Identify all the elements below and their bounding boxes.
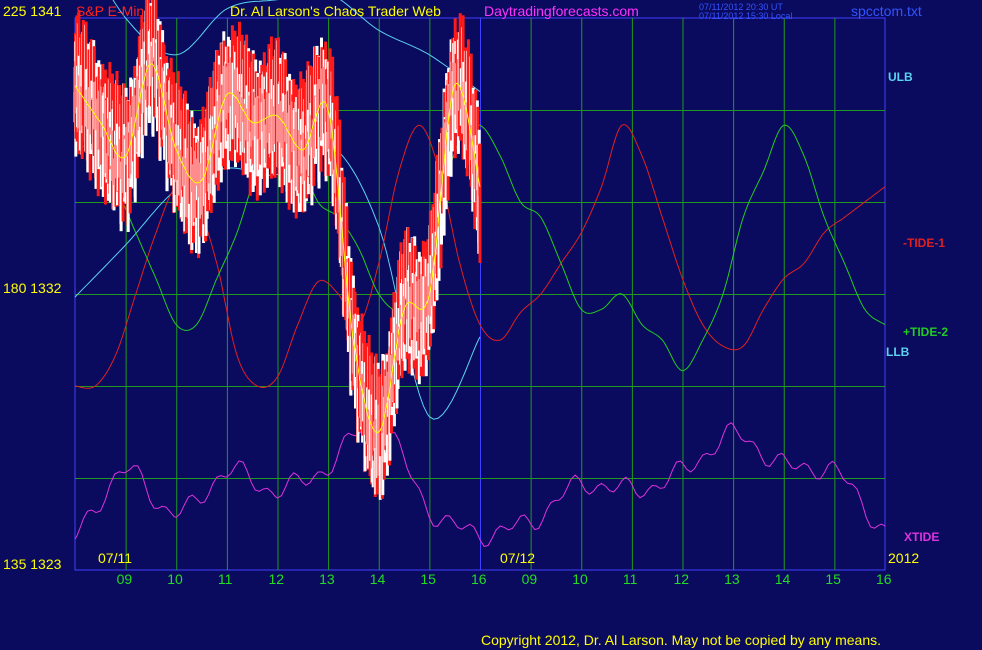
x-tick-label: 10 [167,571,183,587]
x-tick-label: 15 [420,571,436,587]
x-tick-label: 12 [268,571,285,587]
x-tick-label: 12 [673,571,690,587]
tide1-label: -TIDE-1 [903,236,945,250]
x-tick-label: 13 [724,571,740,587]
x-tick-label: 11 [622,571,638,587]
year-label: 2012 [888,550,920,566]
xtide-label: XTIDE [904,530,940,544]
x-tick-label: 14 [774,571,791,587]
x-tick-label: 11 [217,571,233,587]
instrument-label: S&P E-Mini [76,3,148,19]
copyright: Copyright 2012, Dr. Al Larson. May not b… [481,632,882,648]
price-top-label: 225 1341 [3,3,62,19]
x-tick-label: 16 [876,571,892,587]
tide2-label: +TIDE-2 [903,325,949,339]
grid-lines [75,18,885,570]
chart-title: Dr. Al Larson's Chaos Trader Web [230,3,441,19]
date-label-2: 07/12 [500,550,536,566]
x-tick-label: 09 [521,571,538,587]
ulb-label: ULB [888,70,913,84]
chart-canvas [73,0,886,571]
price-mid-label: 180 1332 [3,280,62,296]
x-tick-label: 16 [471,571,487,587]
x-tick-label: 09 [116,571,133,587]
x-tick-label: 13 [319,571,335,587]
x-tick-label: 15 [825,571,841,587]
site-label[interactable]: Daytradingforecasts.com [484,4,639,18]
time-local: 07/11/2012 15:30 Local [699,11,793,21]
llb-label: LLB [886,345,910,359]
x-tick-label: 14 [369,571,386,587]
price-bottom-label: 135 1323 [3,556,62,572]
price-bar [478,143,482,263]
x-tick-label: 10 [572,571,588,587]
date-label-1: 07/11 [98,550,132,566]
file-label: spcctom.txt [851,3,922,19]
